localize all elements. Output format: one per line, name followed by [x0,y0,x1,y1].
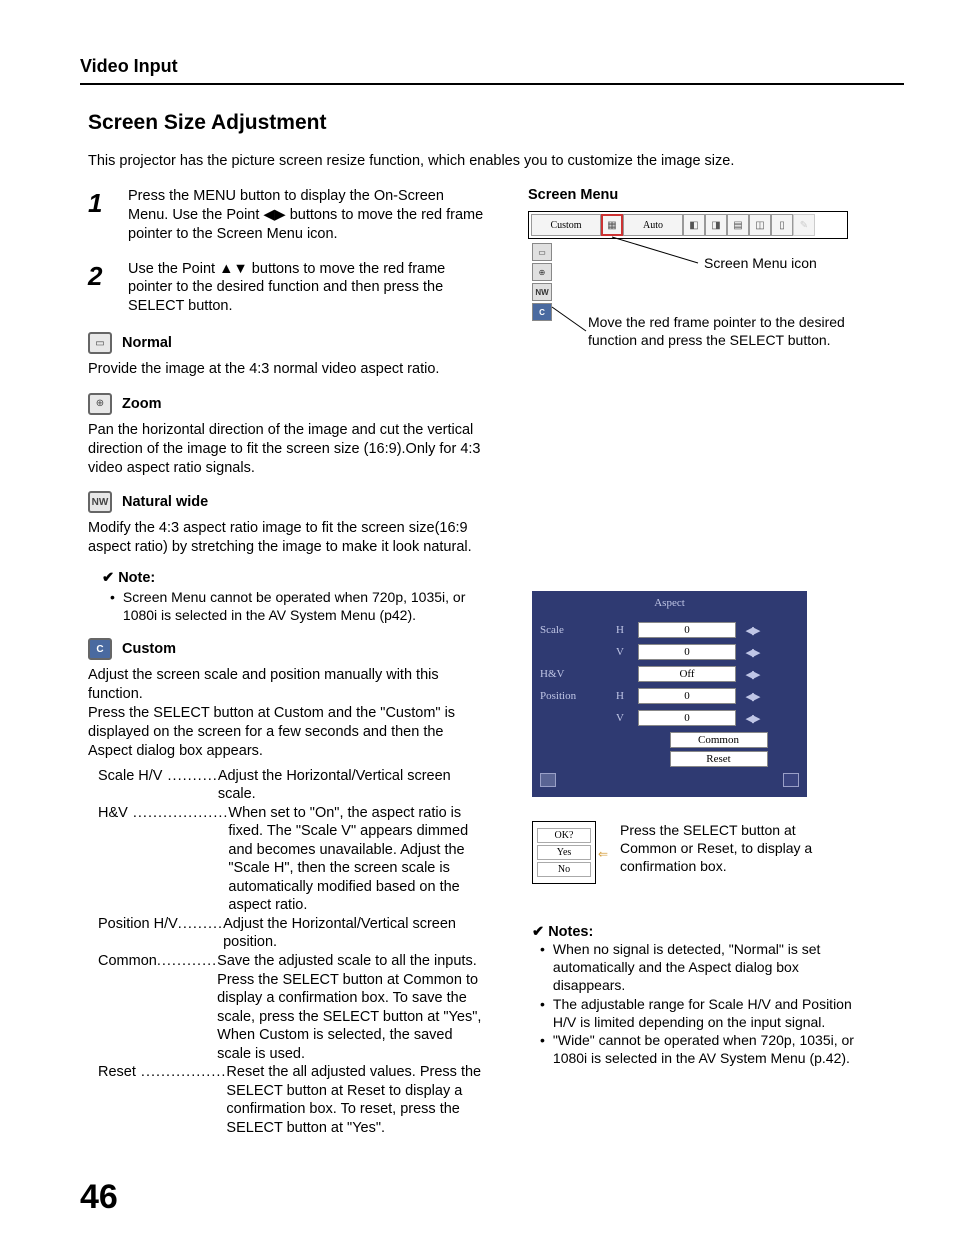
notes2-b1: When no signal is detected, "Normal" is … [540,940,868,995]
step-2: 2 Use the Point ▲▼ buttons to move the r… [88,260,488,317]
aspect-position-v: V 0 ◀▶ [540,707,799,729]
side-icon-custom: C [532,303,552,321]
def-scale-hv: Scale H/V .......... Adjust the Horizont… [98,767,488,804]
mode-nw-desc: Modify the 4:3 aspect ratio image to fit… [88,519,488,557]
mode-zoom-row: ⊕ Zoom [88,393,488,415]
note1-body: Screen Menu cannot be operated when 720p… [110,588,488,624]
aspect-title: Aspect [540,597,799,609]
page-number: 46 [80,1178,118,1217]
arrow-left-icon: ⇐ [598,847,608,862]
def-common: Common............ Save the adjusted sca… [98,952,488,1063]
confirm-no: No [537,862,591,877]
notes2-b3: "Wide" cannot be operated when 720p, 103… [540,1031,868,1067]
confirm-text: Press the SELECT button at Common or Res… [620,821,840,876]
side-icon-nw: NW [532,283,552,301]
mode-custom-row: C Custom [88,638,488,660]
normal-icon: ▭ [88,332,112,354]
running-head: Video Input [80,56,904,85]
arrows-icon: ◀▶ [736,712,768,725]
intro-text: This projector has the picture screen re… [88,153,904,169]
definitions-list: Scale H/V .......... Adjust the Horizont… [98,767,488,1138]
arrows-icon: ◀▶ [736,624,768,637]
arrows-icon: ◀▶ [736,668,768,681]
custom-icon: C [88,638,112,660]
aspect-corner-left-icon [540,773,556,787]
aspect-scale-h-value: 0 [638,622,736,638]
confirm-ok-label: OK? [537,828,591,843]
tab-icon-6: ✎ [793,214,815,236]
def-position-hv: Position H/V......... Adjust the Horizon… [98,915,488,952]
zoom-icon: ⊕ [88,393,112,415]
step-1: 1 Press the MENU button to display the O… [88,187,488,244]
aspect-dialog: Aspect ScaleH 0 ◀▶ V 0 ◀▶ H&V Off ◀▶ [532,591,807,797]
mode-normal-row: ▭ Normal [88,332,488,354]
tab-icon-2: ◨ [705,214,727,236]
screen-menu-head: Screen Menu [528,187,868,203]
tab-icon-1: ◧ [683,214,705,236]
note-block-1: Note: Screen Menu cannot be operated whe… [102,569,488,624]
aspect-hv-value: Off [638,666,736,682]
mode-zoom-label: Zoom [122,396,161,412]
aspect-scale-h: ScaleH 0 ◀▶ [540,619,799,641]
left-column: 1 Press the MENU button to display the O… [88,187,488,1138]
annot-move-pointer: Move the red frame pointer to the desire… [588,313,848,349]
side-icon-zoom: ⊕ [532,263,552,281]
note1-head: Note: [102,569,488,588]
natural-wide-icon: NW [88,491,112,513]
right-column: Screen Menu Custom ▦ Auto ◧ ◨ ▤ ◫ ▯ ✎ [528,187,868,1138]
mode-normal-label: Normal [122,335,172,351]
mode-nw-label: Natural wide [122,494,208,510]
step-1-text: Press the MENU button to display the On-… [128,187,488,244]
tab-icon-screen: ▦ [601,214,623,236]
aspect-hv: H&V Off ◀▶ [540,663,799,685]
tab-custom: Custom [531,214,601,236]
aspect-scale-v-value: 0 [638,644,736,660]
tab-auto: Auto [623,214,683,236]
arrows-icon: ◀▶ [736,646,768,659]
mode-normal-desc: Provide the image at the 4:3 normal vide… [88,360,488,379]
notes-block-2: Notes: When no signal is detected, "Norm… [532,924,868,1067]
step-2-text: Use the Point ▲▼ buttons to move the red… [128,260,488,317]
notes2-head: Notes: [532,924,868,940]
arrows-icon: ◀▶ [736,690,768,703]
def-hv: H&V ................... When set to "On"… [98,804,488,915]
aspect-reset-button: Reset [670,751,768,767]
notes2-b2: The adjustable range for Scale H/V and P… [540,995,868,1031]
mode-nw-row: NW Natural wide [88,491,488,513]
aspect-scale-v: V 0 ◀▶ [540,641,799,663]
side-icon-normal: ▭ [532,243,552,261]
screen-menu-side-icons: ▭ ⊕ NW C [532,243,552,321]
def-reset: Reset ................. Reset the all ad… [98,1063,488,1137]
aspect-common-button: Common [670,732,768,748]
section-title: Screen Size Adjustment [88,111,904,135]
screen-menu-graphic: Custom ▦ Auto ◧ ◨ ▤ ◫ ▯ ✎ [528,211,848,239]
step-number-1: 1 [88,187,112,244]
aspect-corner-right-icon [783,773,799,787]
tab-icon-4: ◫ [749,214,771,236]
aspect-position-h-value: 0 [638,688,736,704]
aspect-position-v-value: 0 [638,710,736,726]
aspect-position-h: PositionH 0 ◀▶ [540,685,799,707]
mode-custom-label: Custom [122,641,176,657]
confirm-yes: Yes⇐ [537,845,591,860]
step-number-2: 2 [88,260,112,317]
confirm-box: OK? Yes⇐ No [532,821,596,884]
tab-icon-3: ▤ [727,214,749,236]
mode-custom-desc: Adjust the screen scale and position man… [88,666,488,760]
mode-zoom-desc: Pan the horizontal direction of the imag… [88,421,488,478]
tab-icon-5: ▯ [771,214,793,236]
annot-screen-menu-icon: Screen Menu icon [704,255,817,271]
